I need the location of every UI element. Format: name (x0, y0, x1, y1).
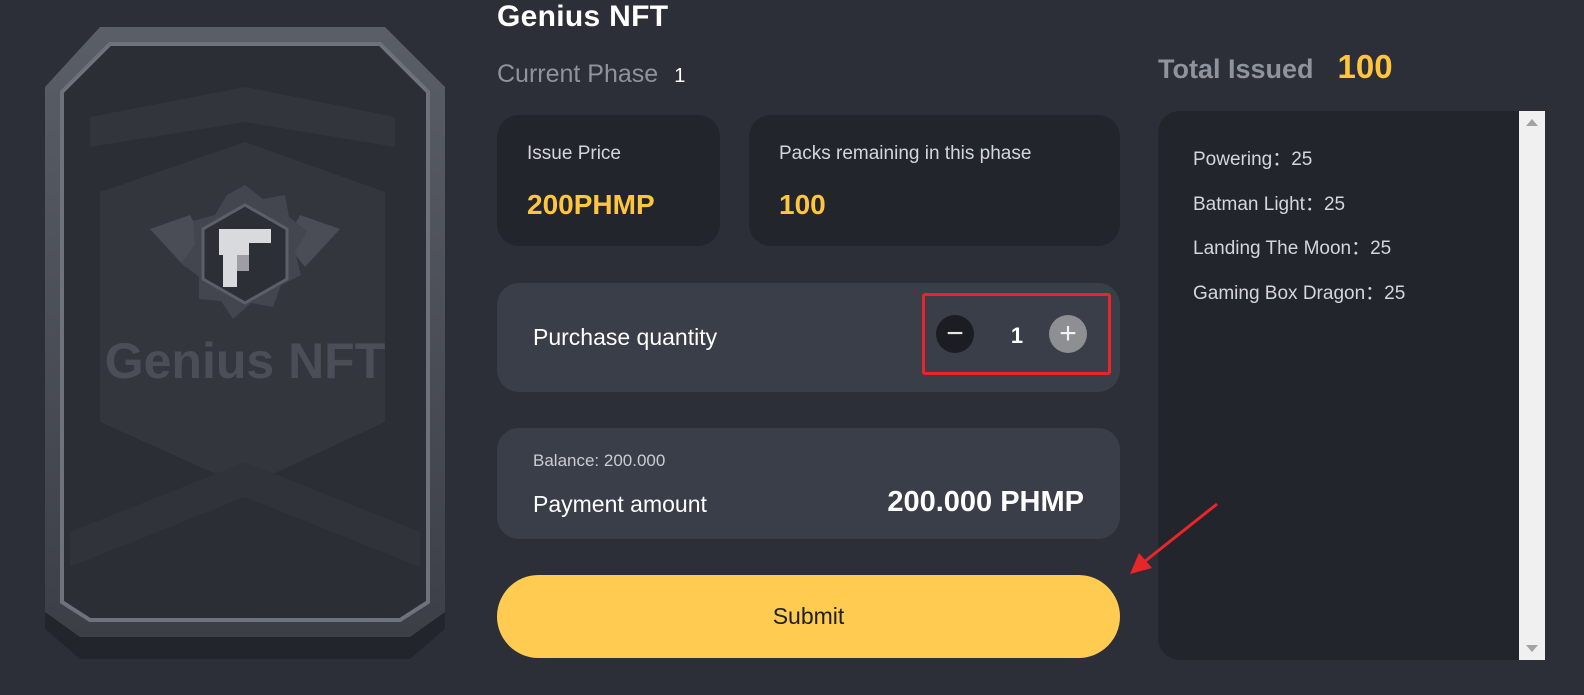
packs-remaining-value: 100 (779, 189, 826, 220)
increase-quantity-button[interactable]: + (1049, 315, 1087, 353)
list-item: Batman Light：25 (1193, 193, 1346, 215)
packs-remaining-label: Packs remaining in this phase (779, 143, 1032, 164)
packs-remaining-box: Packs remaining in this phase 100 (749, 115, 1120, 246)
nft-card-image: Genius NFT (45, 27, 445, 659)
list-item: Gaming Box Dragon：25 (1193, 282, 1406, 304)
quantity-value[interactable]: 1 (997, 323, 1037, 349)
distribution-scrollbar[interactable] (1519, 111, 1545, 660)
minus-icon: − (946, 317, 964, 350)
submit-button[interactable]: Submit (497, 575, 1120, 658)
issue-price-label: Issue Price (527, 143, 621, 164)
issue-price-box: Issue Price 200PHMP (497, 115, 720, 246)
total-issued-label: Total Issued (1158, 54, 1314, 84)
issue-price-value: 200PHMP (527, 189, 655, 220)
list-item: Powering：25 (1193, 149, 1313, 170)
total-issued: Total Issued 100 (1158, 48, 1393, 86)
plus-icon: + (1059, 317, 1077, 350)
payment-panel: Balance: 200.000 Payment amount 200.000 … (497, 428, 1120, 539)
balance-text: Balance: 200.000 (533, 451, 666, 470)
distribution-list: Powering：25 Batman Light：25 Landing The … (1193, 144, 1405, 322)
total-issued-value: 100 (1337, 48, 1393, 85)
current-phase: Current Phase 1 (497, 60, 685, 89)
quantity-stepper: − 1 + (922, 293, 1111, 375)
scroll-up-icon[interactable] (1526, 119, 1538, 126)
payment-amount-label: Payment amount (533, 491, 707, 517)
payment-amount-value: 200.000 PHMP (887, 486, 1084, 518)
scroll-down-icon[interactable] (1526, 645, 1538, 652)
phase-value: 1 (674, 65, 686, 87)
purchase-quantity-label: Purchase quantity (533, 324, 718, 350)
page-title: Genius NFT (497, 0, 669, 33)
phase-label: Current Phase (497, 60, 659, 88)
list-item: Landing The Moon：25 (1193, 238, 1392, 259)
purchase-quantity-panel: Purchase quantity − 1 + (497, 283, 1120, 392)
annotation-arrow-icon (1130, 502, 1218, 574)
card-logo-text: Genius NFT (105, 333, 386, 389)
decrease-quantity-button[interactable]: − (936, 315, 974, 353)
